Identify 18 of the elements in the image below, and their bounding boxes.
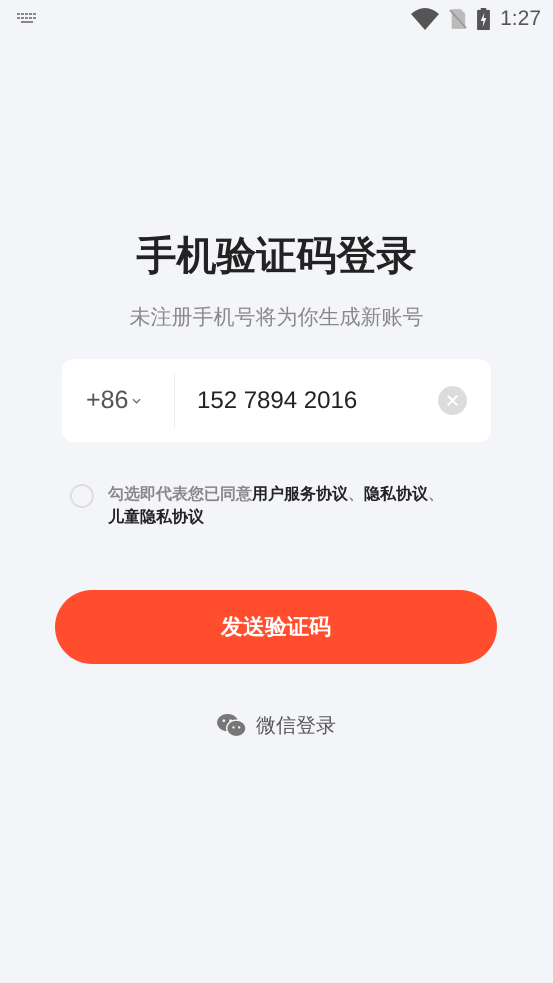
wechat-login-link[interactable]: 微信登录 xyxy=(256,712,336,739)
chevron-down-icon xyxy=(132,398,142,404)
agreement-text: 勾选即代表您已同意用户服务协议、隐私协议、 儿童隐私协议 xyxy=(108,483,445,528)
wifi-icon xyxy=(411,8,440,30)
battery-icon xyxy=(477,8,490,30)
agreement-checkbox[interactable] xyxy=(70,484,94,508)
page-subtitle: 未注册手机号将为你生成新账号 xyxy=(128,304,424,331)
chat-bubbles-icon xyxy=(217,713,246,738)
keyboard-icon xyxy=(17,13,39,25)
clear-icon[interactable] xyxy=(438,386,467,415)
status-time: 1:27 xyxy=(500,7,541,31)
phone-input-field[interactable]: 152 7894 2016 xyxy=(197,386,438,414)
no-sim-icon xyxy=(449,8,468,30)
country-code-dropdown[interactable]: +86 xyxy=(86,386,174,415)
agreement-link[interactable]: 用户服务协议 xyxy=(252,484,348,503)
agreement-link[interactable]: 隐私协议 xyxy=(364,484,428,503)
agreement-link[interactable]: 儿童隐私协议 xyxy=(108,507,204,526)
page-title: 手机验证码登录 xyxy=(136,232,418,281)
